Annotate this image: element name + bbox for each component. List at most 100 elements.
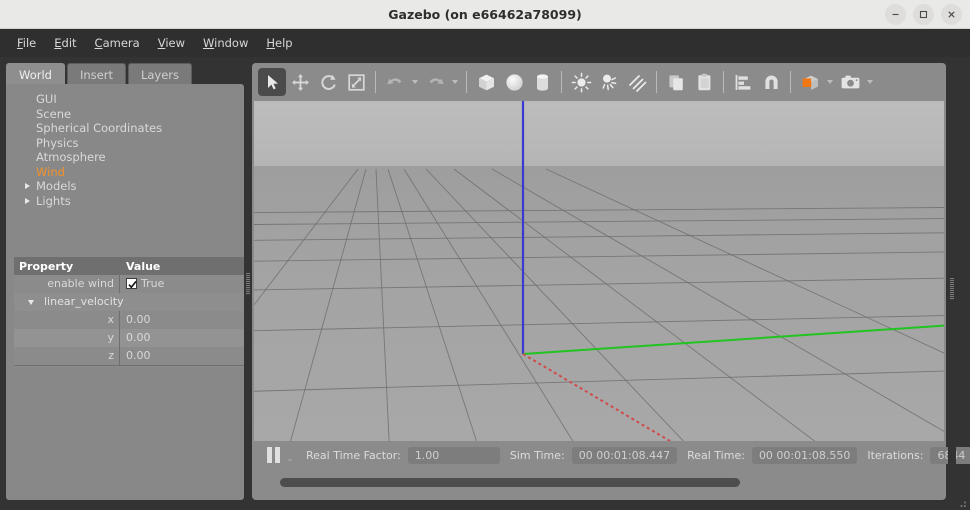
splitter-grip-icon [950, 278, 954, 300]
table-row-enable-wind[interactable]: enable wind True [14, 275, 244, 293]
redo-history-dropdown[interactable] [449, 68, 461, 96]
toolbar-separator-5 [723, 71, 724, 93]
tree-item-label: Wind [36, 164, 65, 179]
window-controls [885, 4, 962, 25]
tab-world[interactable]: World [6, 63, 65, 85]
panel-viewport-splitter[interactable] [244, 63, 252, 500]
align-button[interactable] [729, 68, 757, 96]
minimize-icon [892, 13, 899, 16]
menu-file-label: ile [22, 36, 37, 50]
insert-spot-light-button[interactable] [595, 68, 623, 96]
scale-mode-button[interactable] [342, 68, 370, 96]
maximize-button[interactable] [913, 4, 934, 25]
tree-item-label: Spherical Coordinates [36, 121, 163, 135]
menu-edit[interactable]: Edit [45, 33, 85, 53]
view-angle-button[interactable] [796, 68, 824, 96]
menu-edit-label: dit [61, 36, 77, 50]
pause-icon-bar2 [274, 447, 280, 463]
tab-insert[interactable]: Insert [66, 63, 126, 85]
menubar: File Edit Camera View Window Help [0, 29, 970, 57]
tree-item-label: Physics [36, 135, 79, 150]
menu-file[interactable]: File [8, 33, 45, 53]
pause-icon [266, 447, 272, 463]
tree-item-label: Atmosphere [36, 150, 106, 164]
tree-item-gui[interactable]: GUI [6, 92, 244, 107]
maximize-icon [919, 10, 928, 19]
window-resize-grip[interactable] [955, 496, 967, 508]
insert-directional-light-button[interactable] [623, 68, 651, 96]
paste-button[interactable] [690, 68, 718, 96]
rotate-mode-button[interactable] [314, 68, 342, 96]
tree-item-label: Lights [36, 193, 71, 208]
redo-button[interactable] [421, 68, 449, 96]
3d-viewport[interactable] [254, 101, 944, 441]
snap-button[interactable] [757, 68, 785, 96]
scrollbar-thumb[interactable] [280, 478, 740, 487]
table-row-x[interactable]: x 0.00 [14, 311, 244, 329]
property-value-z[interactable]: 0.00 [120, 347, 244, 365]
property-value-x[interactable]: 0.00 [120, 311, 244, 329]
property-value-y[interactable]: 0.00 [120, 329, 244, 347]
menu-help-mnemonic: H [266, 36, 276, 50]
undo-history-dropdown[interactable] [409, 68, 421, 96]
pause-button[interactable] [262, 445, 284, 465]
tree-item-wind[interactable]: Wind [6, 165, 244, 180]
tree-item-scene[interactable]: Scene [6, 107, 244, 122]
close-icon [948, 11, 955, 18]
chevron-right-icon[interactable] [25, 197, 30, 204]
tree-item-label: Models [36, 179, 77, 193]
step-dropdown[interactable] [284, 445, 296, 465]
sphere-icon [505, 73, 523, 91]
table-bottom-border [14, 365, 244, 367]
world-panel-body: GUI Scene Spherical Coordinates Physics … [6, 84, 244, 500]
property-group-linear-velocity[interactable]: linear_velocity [14, 293, 244, 311]
copy-button[interactable] [662, 68, 690, 96]
move-arrows-icon [291, 73, 309, 91]
tree-item-physics[interactable]: Physics [6, 136, 244, 151]
insert-point-light-button[interactable] [567, 68, 595, 96]
tab-layers[interactable]: Layers [127, 63, 193, 85]
property-value-enable-wind[interactable]: True [120, 275, 244, 293]
paste-icon [697, 73, 710, 90]
close-button[interactable] [941, 4, 962, 25]
select-mode-button[interactable] [258, 68, 286, 96]
x-axis-line [522, 353, 672, 441]
enable-wind-checkbox[interactable] [126, 278, 137, 289]
view-angle-dropdown[interactable] [824, 68, 836, 96]
minimize-button[interactable] [885, 4, 906, 25]
tree-item-atmosphere[interactable]: Atmosphere [6, 150, 244, 165]
chevron-down-icon[interactable] [28, 300, 34, 305]
menu-window[interactable]: Window [194, 33, 257, 53]
screenshot-button[interactable] [836, 68, 864, 96]
tree-item-spherical-coordinates[interactable]: Spherical Coordinates [6, 121, 244, 136]
right-splitter[interactable] [948, 63, 956, 500]
tree-item-models[interactable]: Models [6, 179, 244, 194]
table-row-y[interactable]: y 0.00 [14, 329, 244, 347]
undo-button[interactable] [381, 68, 409, 96]
menu-camera[interactable]: Camera [86, 33, 149, 53]
menu-help[interactable]: Help [257, 33, 301, 53]
tree-item-lights[interactable]: Lights [6, 194, 244, 209]
menu-edit-mnemonic: E [54, 36, 62, 50]
table-row-z[interactable]: z 0.00 [14, 347, 244, 365]
toolbar-separator-1 [375, 71, 376, 93]
insert-sphere-button[interactable] [500, 68, 528, 96]
viewport-horizontal-scrollbar[interactable] [254, 469, 944, 498]
chevron-right-icon[interactable] [25, 183, 30, 189]
insert-cylinder-button[interactable] [528, 68, 556, 96]
translate-mode-button[interactable] [286, 68, 314, 96]
menu-camera-label: amera [102, 36, 140, 50]
simulation-statusbar: Real Time Factor: 1.00 Sim Time: 00 00:0… [254, 441, 970, 469]
insert-box-button[interactable] [472, 68, 500, 96]
magnet-icon [764, 75, 778, 89]
y-axis-line [522, 324, 944, 355]
sim-time-label: Sim Time: [509, 448, 565, 462]
table-row-linear-velocity[interactable]: linear_velocity [14, 293, 244, 311]
screenshot-dropdown[interactable] [864, 68, 876, 96]
redo-arrow-icon [429, 77, 444, 84]
menu-view[interactable]: View [149, 33, 194, 53]
enable-wind-value-label: True [141, 277, 165, 290]
menu-help-label: elp [275, 36, 293, 50]
align-icon [735, 74, 750, 90]
rotate-icon [320, 74, 336, 90]
